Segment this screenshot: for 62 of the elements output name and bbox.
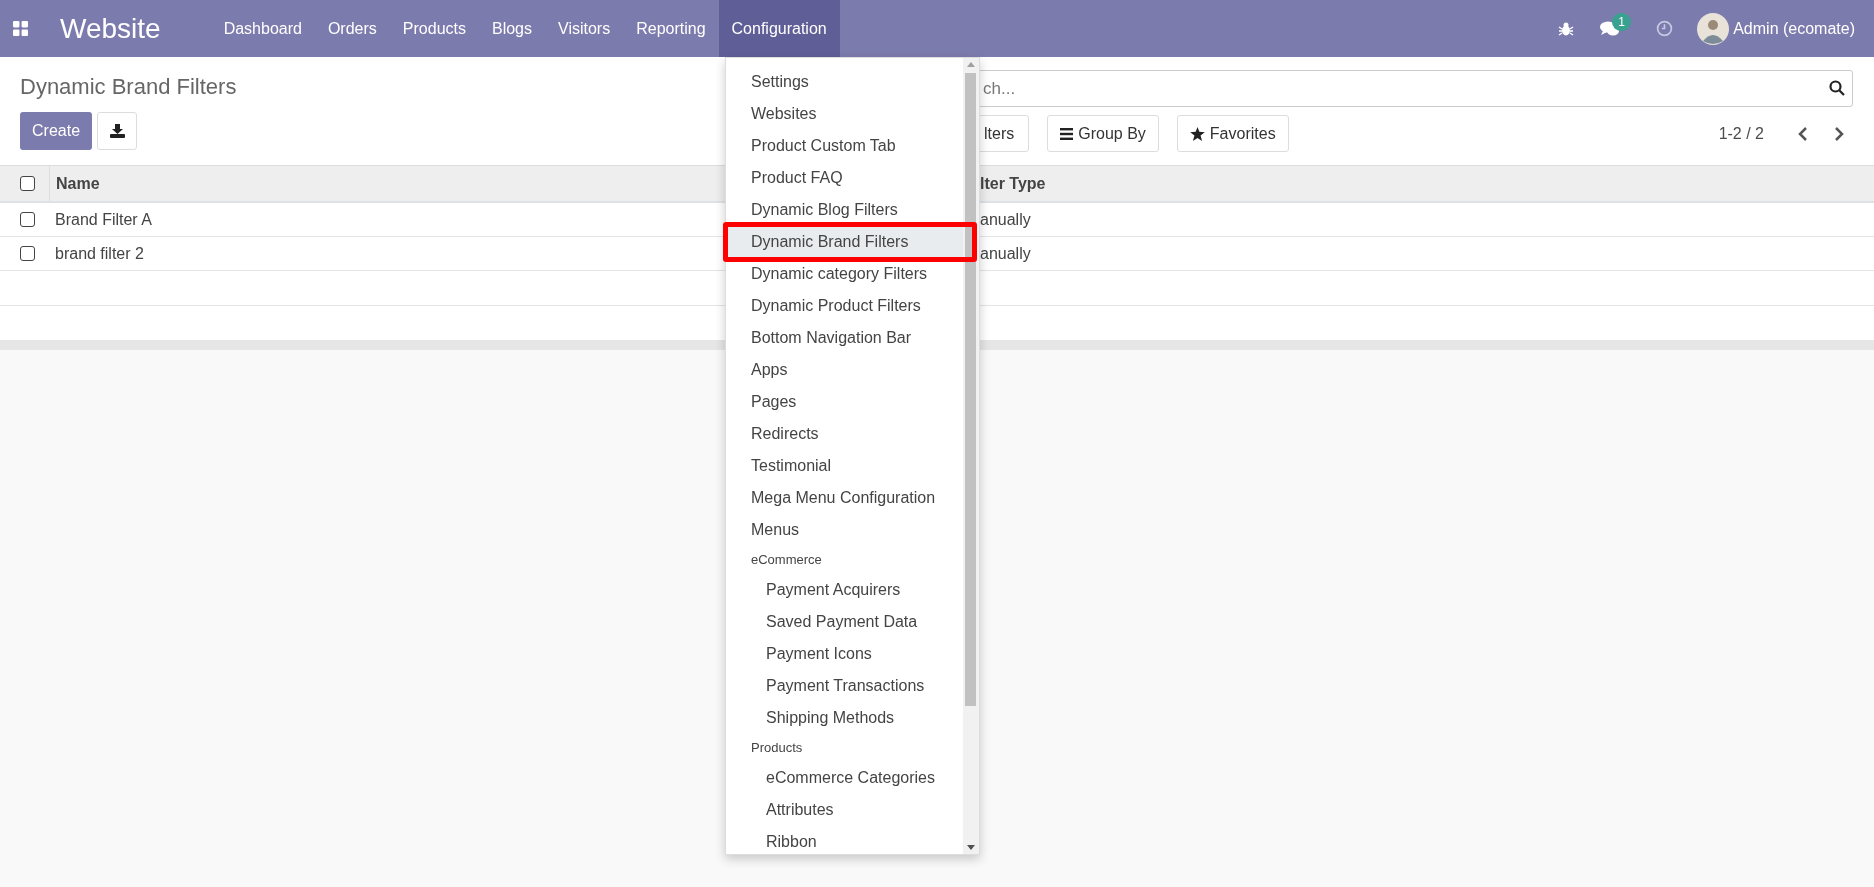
dropdown-item[interactable]: Websites <box>726 98 963 130</box>
dropdown-item[interactable]: Product Custom Tab <box>726 130 963 162</box>
message-count-badge: 1 <box>1612 12 1631 31</box>
nav-menu-item[interactable]: Configuration <box>718 0 840 57</box>
create-button[interactable]: Create <box>20 112 93 150</box>
group-by-button[interactable]: Group By <box>1047 115 1159 152</box>
dropdown-item[interactable]: Attributes <box>726 794 963 826</box>
checkbox[interactable] <box>20 176 35 191</box>
dropdown-item[interactable]: Shipping Methods <box>726 702 963 734</box>
dropdown-item[interactable]: Saved Payment Data <box>726 606 963 638</box>
nav-menu-item[interactable]: Reporting <box>623 0 719 57</box>
user-avatar[interactable] <box>1697 12 1730 45</box>
download-button[interactable] <box>97 112 138 150</box>
nav-menu-item[interactable]: Orders <box>314 0 390 57</box>
checkbox[interactable] <box>20 246 35 261</box>
apps-grid-icon[interactable] <box>13 21 28 36</box>
nav-menu-item[interactable]: Blogs <box>478 0 545 57</box>
page-title: Dynamic Brand Filters <box>20 74 237 100</box>
favorites-button[interactable]: Favorites <box>1176 115 1289 152</box>
star-icon <box>1189 126 1205 141</box>
checkbox[interactable] <box>20 212 35 227</box>
previous-icon[interactable] <box>1797 126 1809 141</box>
dropdown-item[interactable]: Payment Acquirers <box>726 574 963 606</box>
nav-menu-item[interactable]: Visitors <box>545 0 624 57</box>
download-icon <box>109 124 125 138</box>
dropdown-item[interactable]: Dynamic Product Filters <box>726 290 963 322</box>
scrollbar-thumb[interactable] <box>965 73 976 706</box>
menu-section-header: eCommerce <box>750 551 823 570</box>
table-cell: anually <box>980 210 1031 228</box>
dropdown-item[interactable]: eCommerce Categories <box>726 762 963 794</box>
nav-menu-item[interactable]: Dashboard <box>210 0 315 57</box>
user-name[interactable]: Admin (ecomate) <box>1733 16 1855 41</box>
dropdown-item[interactable]: Pages <box>726 386 963 418</box>
table-cell: brand filter 2 <box>55 244 144 262</box>
dropdown-item[interactable]: Menus <box>726 514 963 546</box>
dropdown-item[interactable]: Payment Transactions <box>726 670 963 702</box>
search-icon[interactable] <box>1829 80 1845 96</box>
nav-menu-item[interactable]: Products <box>389 0 479 57</box>
table-cell: Brand Filter A <box>55 210 152 228</box>
dropdown-item[interactable]: Settings <box>726 66 963 98</box>
dropdown-item[interactable]: Bottom Navigation Bar <box>726 322 963 354</box>
dropdown-item[interactable]: Mega Menu Configuration <box>726 482 963 514</box>
bug-icon[interactable] <box>1558 20 1575 37</box>
dropdown-item[interactable]: Dynamic Blog Filters <box>726 194 963 226</box>
column-header[interactable]: Name <box>56 174 100 192</box>
dropdown-item[interactable]: Dynamic Brand Filters <box>726 226 963 258</box>
pager-text: 1-2 / 2 <box>1718 123 1764 144</box>
dropdown-item[interactable]: Testimonial <box>726 450 963 482</box>
dropdown-item[interactable]: Ribbon <box>726 826 963 858</box>
table-cell: anually <box>980 244 1031 262</box>
dropdown-item[interactable]: Dynamic category Filters <box>726 258 963 290</box>
scrollbar[interactable] <box>963 58 979 854</box>
scroll-down-icon[interactable] <box>967 845 975 850</box>
menu-icon <box>1060 127 1074 140</box>
next-icon[interactable] <box>1833 126 1845 141</box>
dropdown-item[interactable]: Apps <box>726 354 963 386</box>
column-header[interactable]: lter Type <box>980 174 1046 192</box>
menu-section-header: Products <box>750 739 804 758</box>
dropdown-item[interactable]: Product FAQ <box>726 162 963 194</box>
dropdown-item[interactable]: Redirects <box>726 418 963 450</box>
app-title[interactable]: Website <box>60 7 161 50</box>
dropdown-item[interactable]: Payment Icons <box>726 638 963 670</box>
